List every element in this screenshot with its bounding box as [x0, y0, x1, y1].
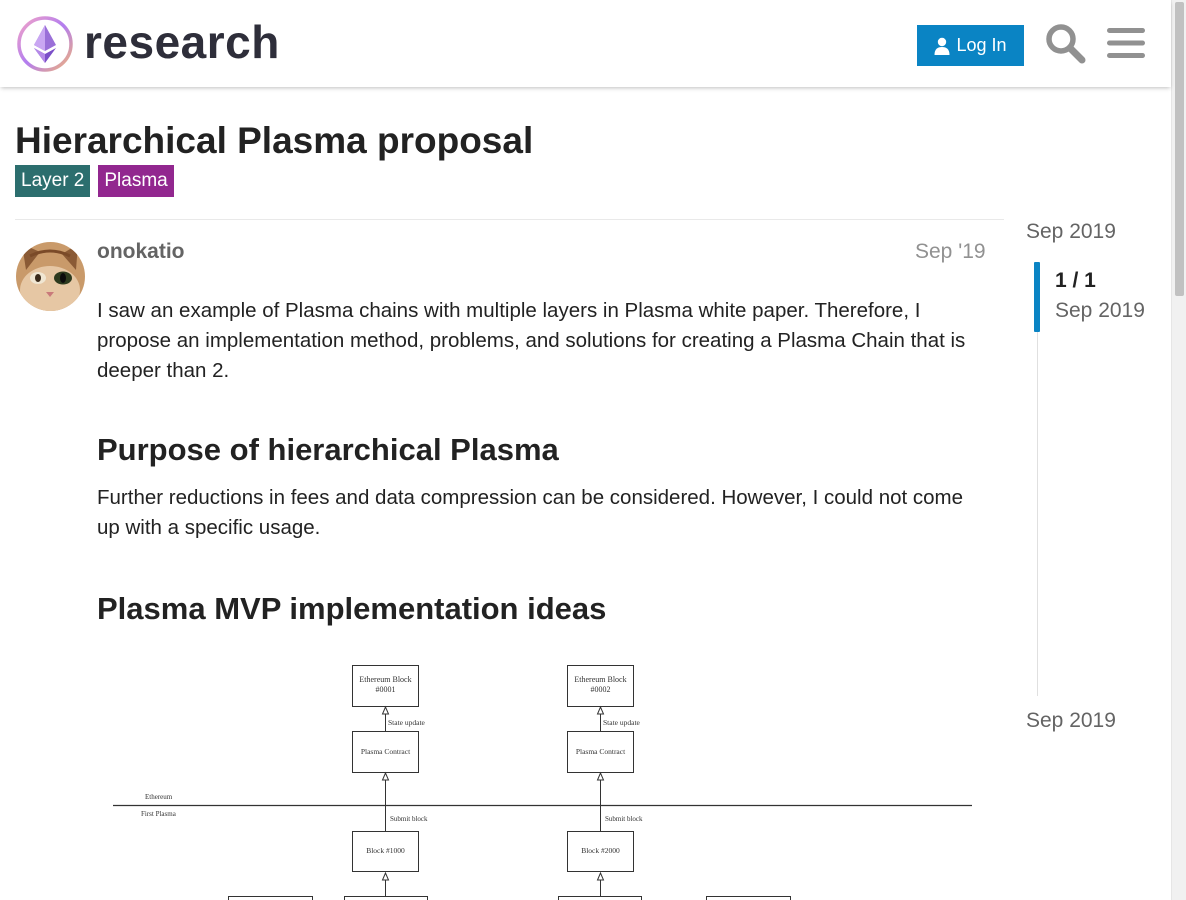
- lower-block-box-2: [344, 896, 428, 900]
- eth-block-2-label: Ethereum Block: [574, 675, 626, 684]
- plasma-contract-box-2: Plasma Contract: [567, 731, 634, 773]
- timeline-position-date: Sep 2019: [1055, 299, 1145, 322]
- heading-purpose: Purpose of hierarchical Plasma: [97, 432, 559, 467]
- timeline-start-date[interactable]: Sep 2019: [1026, 220, 1116, 244]
- site-logo[interactable]: research: [16, 15, 280, 73]
- ethereum-logo-icon: [17, 16, 73, 72]
- block-1000-label: Block #1000: [366, 846, 405, 855]
- post-paragraph-purpose: Further reductions in fees and data comp…: [97, 486, 964, 539]
- topic-tags: Layer 2 Plasma: [15, 165, 174, 197]
- lower-block-box-3: [558, 896, 642, 900]
- eth-block-1-box: Ethereum Block #0001: [352, 665, 419, 707]
- eth-block-1-number: #0001: [376, 685, 396, 694]
- post-date[interactable]: Sep '19: [915, 240, 986, 264]
- login-button-label: Log In: [956, 35, 1007, 55]
- avatar[interactable]: [16, 242, 85, 311]
- submit-block-label-2: Submit block: [605, 815, 643, 823]
- block-2000-label: Block #2000: [581, 846, 620, 855]
- login-button[interactable]: Log In: [917, 25, 1024, 66]
- user-icon: [934, 37, 950, 55]
- plasma-contract-box-1: Plasma Contract: [352, 731, 419, 773]
- submit-block-label-1: Submit block: [390, 815, 428, 823]
- eth-block-2-number: #0002: [591, 685, 611, 694]
- lower-block-box-1: [228, 896, 313, 900]
- state-update-label-1: State update: [388, 718, 426, 727]
- layer-label-first-plasma: First Plasma: [141, 810, 177, 818]
- hamburger-menu-icon[interactable]: [1107, 24, 1145, 62]
- site-header: research Log In: [0, 0, 1171, 87]
- heading-mvp-ideas: Plasma MVP implementation ideas: [97, 591, 607, 626]
- block-2000-box: Block #2000: [567, 831, 634, 872]
- layer-label-ethereum: Ethereum: [145, 793, 173, 801]
- tag-layer-2[interactable]: Layer 2: [15, 165, 91, 197]
- post-author[interactable]: onokatio: [97, 240, 185, 264]
- cat-avatar-image: [16, 242, 85, 311]
- page-scrollbar[interactable]: [1171, 0, 1186, 900]
- eth-block-2-box: Ethereum Block #0002: [567, 665, 634, 707]
- plasma-contract-label-1: Plasma Contract: [361, 747, 411, 756]
- timeline-end-date[interactable]: Sep 2019: [1026, 709, 1116, 733]
- post-paragraph-intro: I saw an example of Plasma chains with m…: [97, 299, 966, 382]
- eth-block-1-label: Ethereum Block: [359, 675, 411, 684]
- search-icon[interactable]: [1044, 22, 1086, 64]
- topic-title[interactable]: Hierarchical Plasma proposal: [15, 120, 533, 162]
- lower-block-box-4: [706, 896, 791, 900]
- plasma-contract-label-2: Plasma Contract: [576, 747, 626, 756]
- topic-divider: [15, 219, 1004, 220]
- tag-plasma[interactable]: Plasma: [98, 165, 174, 197]
- scrollbar-thumb[interactable]: [1175, 2, 1184, 296]
- site-logo-text: research: [84, 16, 280, 68]
- state-update-label-2: State update: [603, 718, 641, 727]
- plasma-architecture-diagram[interactable]: Ethereum Block #0001 Ethereum Block #000…: [97, 648, 987, 900]
- timeline-handle[interactable]: [1034, 262, 1040, 332]
- block-1000-box: Block #1000: [352, 831, 419, 872]
- timeline-position: 1 / 1: [1055, 269, 1096, 292]
- topic-timeline: Sep 2019 1 / 1 Sep 2019 Sep 2019: [1026, 220, 1166, 740]
